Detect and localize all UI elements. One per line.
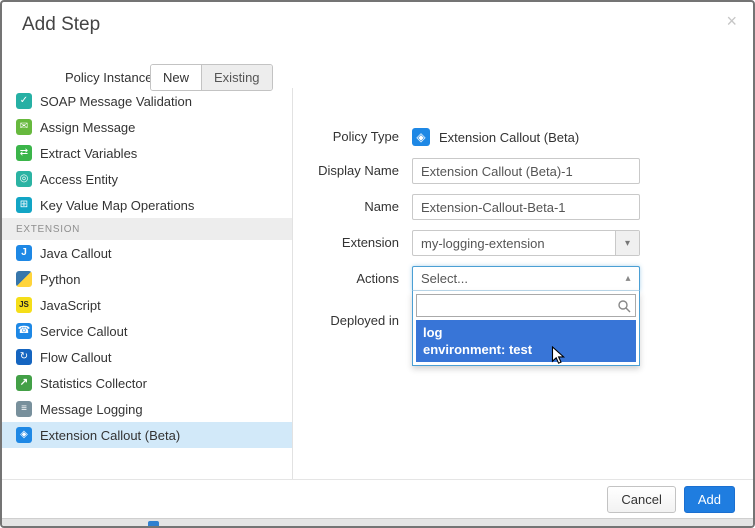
extract-variables-icon: ⇄	[16, 145, 32, 161]
actions-dropdown-panel: log environment: test	[412, 291, 640, 366]
sidebar-item-label: Assign Message	[40, 120, 135, 135]
actions-search-input[interactable]	[417, 295, 635, 316]
sidebar-item-message-logging[interactable]: ≡ Message Logging	[2, 396, 292, 422]
name-input[interactable]	[412, 194, 640, 220]
sidebar-item-label: JavaScript	[40, 298, 101, 313]
assign-message-icon: ✉	[16, 119, 32, 135]
actions-select-placeholder: Select...	[413, 271, 617, 286]
policy-type-label: Policy Type	[292, 124, 399, 150]
action-option-log[interactable]: log environment: test	[416, 320, 636, 362]
sidebar-item-python[interactable]: Python	[2, 266, 292, 292]
extension-callout-icon: ◈	[16, 427, 32, 443]
background-page-strip	[2, 518, 753, 528]
name-label: Name	[292, 194, 399, 220]
add-button[interactable]: Add	[684, 486, 735, 513]
sidebar-item-assign-message[interactable]: ✉ Assign Message	[2, 114, 292, 140]
sidebar-item-label: Flow Callout	[40, 350, 112, 365]
add-step-modal: Add Step × Policy Instance New Existing …	[0, 0, 755, 528]
flow-callout-icon: ↻	[16, 349, 32, 365]
sidebar-item-extension-callout-beta[interactable]: ◈ Extension Callout (Beta)	[2, 422, 292, 448]
sidebar-item-label: Java Callout	[40, 246, 112, 261]
python-icon	[16, 271, 32, 287]
access-entity-icon: ◎	[16, 171, 32, 187]
chevron-up-icon: ▴	[617, 273, 639, 284]
extension-select-value: my-logging-extension	[413, 236, 615, 251]
page-title: Add Step	[22, 14, 100, 36]
sidebar-item-label: Extract Variables	[40, 146, 137, 161]
action-option-subtitle: environment: test	[423, 341, 629, 358]
action-option-title: log	[423, 324, 629, 341]
sidebar-item-java-callout[interactable]: J Java Callout	[2, 240, 292, 266]
actions-label: Actions	[292, 266, 399, 292]
sidebar-item-label: Python	[40, 272, 80, 287]
javascript-icon: JS	[16, 297, 32, 313]
sidebar-item-flow-callout[interactable]: ↻ Flow Callout	[2, 344, 292, 370]
mouse-cursor	[551, 346, 566, 365]
policy-instance-toggle: New Existing	[150, 64, 273, 91]
actions-search-wrapper	[416, 294, 636, 317]
policy-list: ✓ SOAP Message Validation ✉ Assign Messa…	[2, 88, 292, 448]
sidebar-item-label: Service Callout	[40, 324, 127, 339]
sidebar-item-access-entity[interactable]: ◎ Access Entity	[2, 166, 292, 192]
sidebar-item-label: SOAP Message Validation	[40, 94, 192, 109]
sidebar-item-label: Statistics Collector	[40, 376, 147, 391]
sidebar-item-key-value-map-operations[interactable]: ⊞ Key Value Map Operations	[2, 192, 292, 218]
sidebar-item-label: Message Logging	[40, 402, 143, 417]
footer-divider	[2, 479, 753, 480]
close-icon[interactable]: ×	[726, 12, 737, 30]
extension-label: Extension	[292, 230, 399, 256]
footer-buttons: Cancel Add	[607, 486, 735, 513]
cancel-button[interactable]: Cancel	[607, 486, 675, 513]
actions-select[interactable]: Select... ▴	[412, 266, 640, 291]
extension-select[interactable]: my-logging-extension ▾	[412, 230, 640, 256]
key-value-map-operations-icon: ⊞	[16, 197, 32, 213]
sidebar-item-label: Key Value Map Operations	[40, 198, 194, 213]
soap-message-validation-icon: ✓	[16, 93, 32, 109]
deployed-in-label: Deployed in	[292, 308, 399, 334]
background-icon	[148, 521, 159, 528]
sidebar-item-service-callout[interactable]: ☎ Service Callout	[2, 318, 292, 344]
display-name-input[interactable]	[412, 158, 640, 184]
policy-type-value: Extension Callout (Beta)	[439, 130, 579, 145]
policy-type-icon: ◈	[412, 128, 430, 146]
chevron-down-icon: ▾	[615, 231, 639, 255]
statistics-collector-icon: ↗	[16, 375, 32, 391]
sidebar-item-statistics-collector[interactable]: ↗ Statistics Collector	[2, 370, 292, 396]
display-name-label: Display Name	[292, 158, 399, 184]
sidebar-item-javascript[interactable]: JS JavaScript	[2, 292, 292, 318]
java-callout-icon: J	[16, 245, 32, 261]
sidebar-item-extract-variables[interactable]: ⇄ Extract Variables	[2, 140, 292, 166]
extension-section-header: EXTENSION	[2, 218, 292, 240]
sidebar-item-label: Access Entity	[40, 172, 118, 187]
new-button[interactable]: New	[151, 65, 201, 90]
service-callout-icon: ☎	[16, 323, 32, 339]
message-logging-icon: ≡	[16, 401, 32, 417]
existing-button[interactable]: Existing	[201, 65, 272, 90]
sidebar-item-soap-message-validation[interactable]: ✓ SOAP Message Validation	[2, 88, 292, 114]
sidebar-item-label: Extension Callout (Beta)	[40, 428, 180, 443]
search-icon	[617, 299, 631, 313]
policy-type-value-row: ◈ Extension Callout (Beta)	[412, 124, 579, 150]
